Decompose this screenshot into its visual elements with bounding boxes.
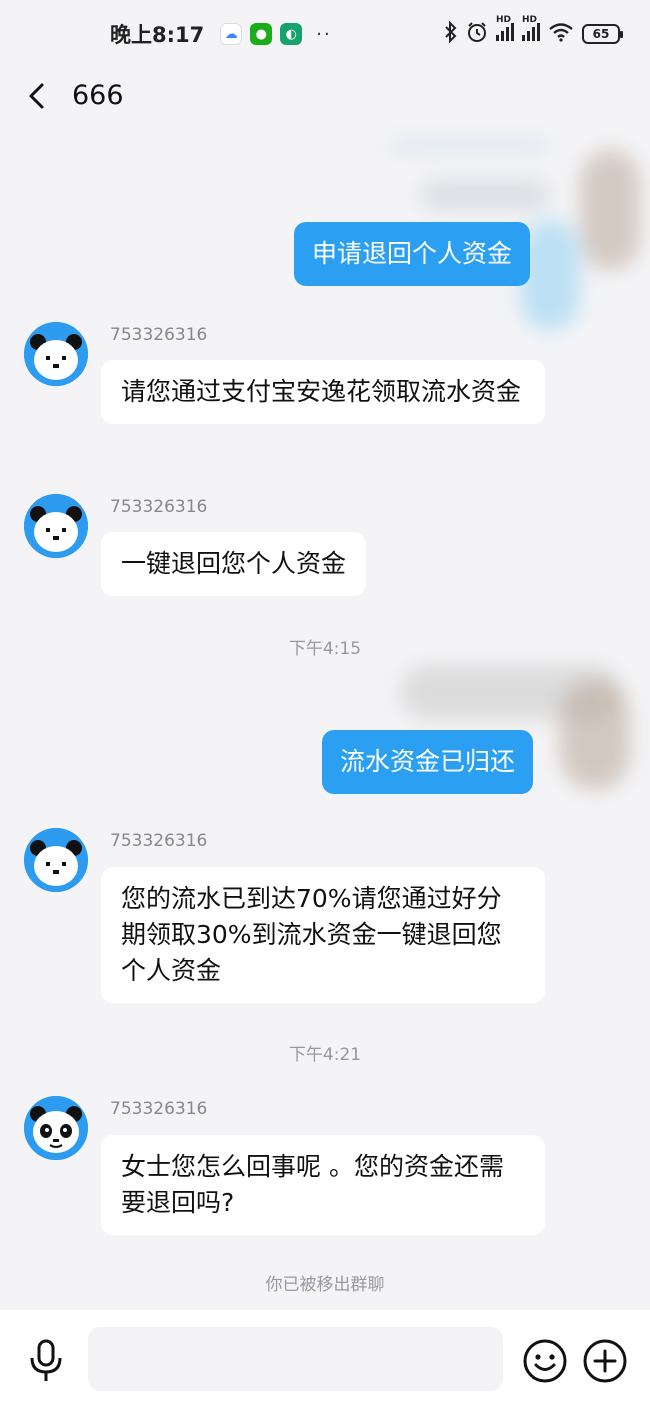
bluetooth-icon [444, 20, 458, 47]
chat-title: 666 [72, 80, 124, 111]
status-bar: 晚上8:17 ☁ ● ◐ ·· HD HD 65 [0, 0, 650, 68]
alarm-icon [466, 21, 488, 47]
incoming-message-bubble[interactable]: 您的流水已到达70%请您通过好分期领取30%到流水资金一键退回您个人资金 [101, 867, 545, 1003]
sender-name: 753326316 [110, 831, 208, 851]
signal-2-icon: HD [522, 15, 540, 45]
voice-input-button[interactable] [26, 1338, 66, 1384]
message-input[interactable] [88, 1327, 503, 1391]
outgoing-message-bubble[interactable]: 流水资金已归还 [322, 730, 534, 794]
chat-header: 666 [0, 70, 650, 124]
battery-indicator: 65 [582, 24, 623, 44]
green-app-icon: ◐ [280, 23, 303, 45]
redacted-image-strip [390, 140, 550, 152]
avatar[interactable] [24, 1096, 88, 1160]
chat-app-icon: ☁ [220, 23, 243, 45]
redacted-area [560, 680, 630, 790]
timestamp: 下午4:21 [288, 1045, 362, 1065]
plus-icon [583, 1339, 627, 1383]
chevron-left-icon [29, 83, 44, 109]
timestamp: 下午4:15 [288, 639, 362, 659]
sender-name: 753326316 [110, 1099, 208, 1119]
incoming-message-bubble[interactable]: 女士您怎么回事呢 。您的资金还需要退回吗? [101, 1135, 545, 1235]
avatar[interactable] [24, 322, 88, 386]
avatar[interactable] [24, 828, 88, 892]
more-actions-button[interactable] [582, 1338, 628, 1384]
avatar[interactable] [24, 494, 88, 558]
status-indicators: HD HD 65 [444, 15, 623, 47]
redacted-number [420, 180, 550, 210]
panda-face-avatar-icon [24, 1096, 88, 1160]
panda-bear-avatar-icon [24, 494, 88, 558]
back-button[interactable] [22, 80, 54, 112]
incoming-message-bubble[interactable]: 请您通过支付宝安逸花领取流水资金 [101, 360, 545, 424]
outgoing-message-bubble[interactable]: 申请退回个人资金 [294, 222, 531, 286]
sender-name: 753326316 [110, 497, 208, 517]
emoji-button[interactable] [522, 1338, 568, 1384]
smiley-icon [523, 1339, 567, 1383]
microphone-icon [30, 1339, 62, 1381]
system-notice: 你已被移出群聊 [265, 1275, 385, 1295]
wifi-icon [548, 22, 574, 46]
status-time: 晚上8:17 [110, 23, 205, 47]
signal-1-icon: HD [496, 15, 514, 45]
redacted-area [580, 150, 640, 270]
panda-bear-avatar-icon [24, 828, 88, 892]
panda-bear-avatar-icon [24, 322, 88, 386]
more-notifications-icon: ·· [316, 23, 332, 45]
input-bar [0, 1310, 650, 1409]
incoming-message-bubble[interactable]: 一键退回您个人资金 [101, 532, 367, 596]
wechat-icon: ● [250, 23, 273, 45]
sender-name: 753326316 [110, 325, 208, 345]
